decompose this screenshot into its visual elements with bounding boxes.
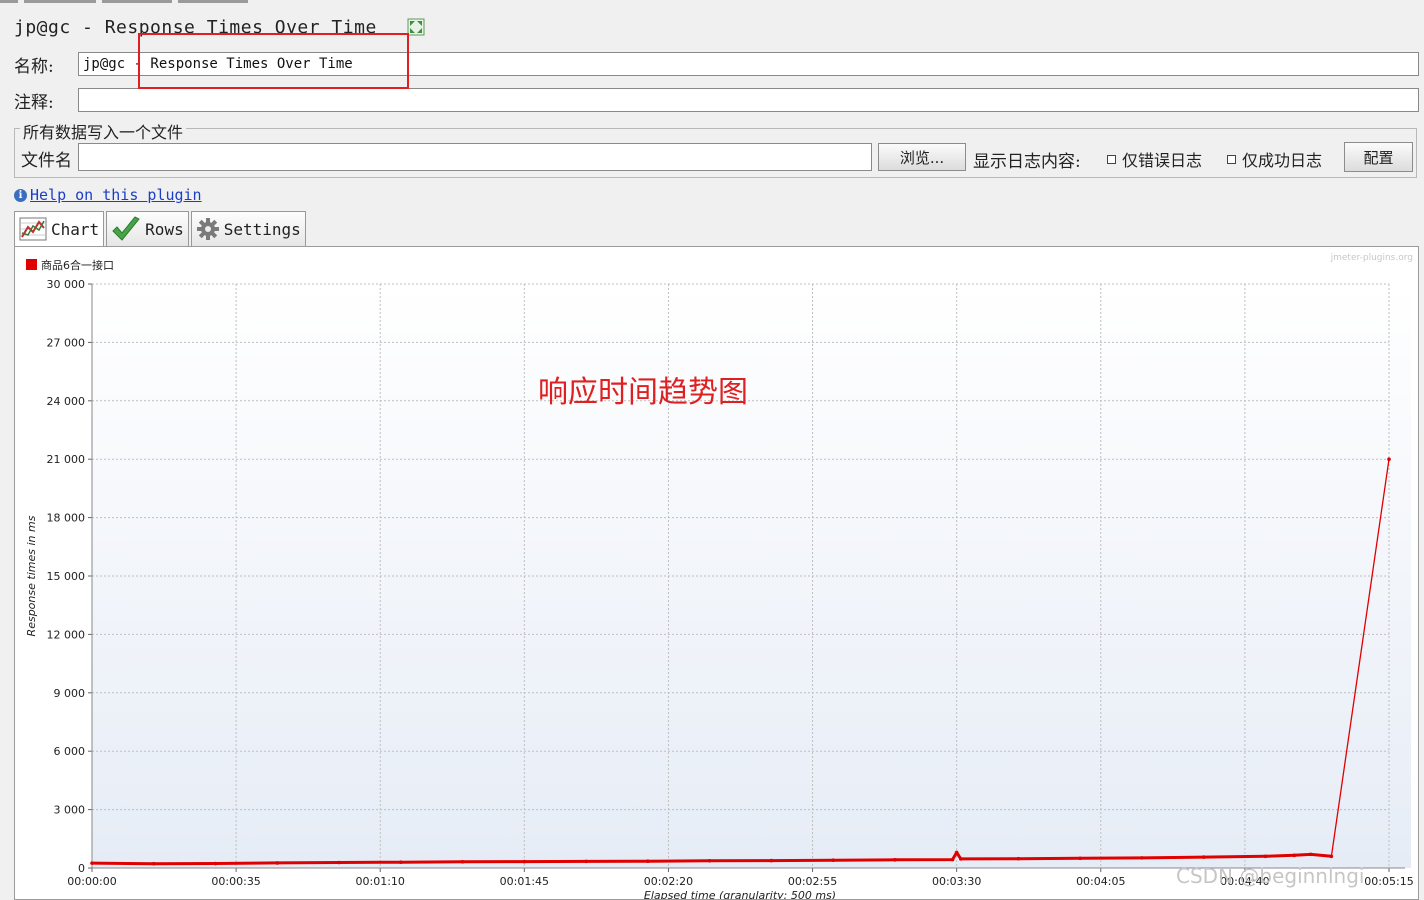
- x-tick-label: 00:02:20: [644, 875, 693, 888]
- comment-input[interactable]: [78, 88, 1419, 112]
- x-tick-label: 00:02:55: [788, 875, 837, 888]
- data-point: [950, 857, 955, 862]
- data-point: [1387, 457, 1391, 461]
- data-point: [646, 859, 650, 863]
- data-point: [1329, 854, 1334, 859]
- data-point: [1201, 855, 1206, 859]
- browse-button[interactable]: 浏览...: [878, 143, 966, 171]
- x-tick-label: 00:01:45: [500, 875, 549, 888]
- data-point: [1140, 856, 1144, 860]
- errors-only-box[interactable]: [1107, 154, 1116, 164]
- annotation-text: 响应时间趋势图: [538, 375, 748, 410]
- data-point: [1078, 856, 1082, 861]
- data-point: [831, 858, 835, 863]
- checkmark-icon: [112, 216, 140, 241]
- tab-chart[interactable]: Chart: [14, 211, 105, 246]
- help-link[interactable]: Help on this plugin: [30, 186, 202, 204]
- data-point: [707, 858, 712, 863]
- y-tick-label: 12 000: [47, 628, 86, 641]
- success-only-checkbox[interactable]: 仅成功日志: [1227, 147, 1322, 171]
- tab-rows[interactable]: Rows: [106, 211, 189, 246]
- plugin-brand: jmeter-plugins.org: [1330, 253, 1413, 263]
- y-tick-label: 21 000: [47, 453, 86, 466]
- tab-chart-label: Chart: [51, 219, 100, 239]
- legend-label: 商品6合一接口: [41, 258, 114, 272]
- tab-settings[interactable]: Settings: [190, 211, 306, 246]
- success-only-box[interactable]: [1227, 154, 1236, 164]
- legend-swatch: [26, 259, 37, 270]
- errors-only-label: 仅错误日志: [1122, 151, 1203, 170]
- view-tabs: Chart Rows Settings: [14, 211, 308, 246]
- file-group-legend: 所有数据写入一个文件: [20, 119, 187, 143]
- data-point: [522, 859, 527, 864]
- page-title: jp@gc - Response Times Over Time: [14, 16, 377, 38]
- data-point: [1016, 856, 1021, 861]
- x-tick-label: 00:03:30: [932, 875, 981, 888]
- errors-only-checkbox[interactable]: 仅错误日志: [1107, 147, 1202, 171]
- y-axis-title: Response times in ms: [25, 515, 38, 636]
- data-point: [151, 861, 156, 866]
- filename-input[interactable]: [78, 143, 872, 171]
- config-button[interactable]: 配置: [1344, 142, 1413, 172]
- tab-settings-label: Settings: [223, 219, 301, 239]
- y-tick-label: 30 000: [47, 278, 86, 291]
- data-point: [1292, 853, 1297, 858]
- data-point: [460, 859, 465, 864]
- y-tick-label: 18 000: [47, 512, 86, 525]
- data-point: [399, 860, 403, 864]
- comment-label: 注释:: [14, 93, 54, 113]
- title-row: jp@gc - Response Times Over Time: [14, 14, 425, 40]
- log-display-label: 显示日志内容:: [973, 152, 1081, 172]
- name-label: 名称:: [14, 57, 54, 77]
- y-tick-label: 15 000: [47, 570, 86, 583]
- y-tick-label: 27 000: [47, 336, 86, 349]
- data-point: [275, 861, 280, 865]
- chart-icon: [19, 217, 47, 241]
- chart-panel: 0 3 000 6 000 9 000 12 000 15 000 18 000 21 000…: [14, 246, 1419, 900]
- data-point: [337, 860, 341, 865]
- x-tick-label: 00:05:15: [1364, 875, 1413, 888]
- y-tick-label: 24 000: [47, 395, 86, 408]
- success-only-label: 仅成功日志: [1242, 151, 1323, 170]
- tab-rows-label: Rows: [145, 219, 184, 239]
- help-row: i Help on this plugin: [14, 186, 202, 204]
- gear-icon: [196, 218, 219, 240]
- data-point: [1263, 854, 1268, 859]
- filename-label: 文件名: [21, 151, 72, 171]
- x-tick-label: 00:00:00: [67, 875, 116, 888]
- info-icon: i: [14, 188, 27, 202]
- x-tick-label: 00:01:10: [356, 875, 405, 888]
- data-point: [213, 861, 218, 866]
- y-tick-label: 6 000: [54, 745, 86, 758]
- response-times-chart: 0 3 000 6 000 9 000 12 000 15 000 18 000 21 000…: [25, 253, 1414, 900]
- expand-icon[interactable]: [407, 18, 425, 36]
- x-tick-label: 00:04:05: [1076, 875, 1125, 888]
- data-point: [958, 857, 963, 861]
- name-input[interactable]: jp@gc - Response Times Over Time: [78, 52, 1419, 76]
- y-tick-label: 3 000: [54, 804, 86, 817]
- data-point: [90, 861, 94, 865]
- data-point: [584, 859, 588, 864]
- data-point: [954, 850, 959, 855]
- data-point: [769, 858, 774, 863]
- data-point: [893, 858, 897, 862]
- x-axis-title: Elapsed time (granularity: 500 ms): [644, 889, 836, 900]
- x-tick-label: 00:00:35: [211, 875, 260, 888]
- watermark: CSDN @beginnlngi: [1176, 864, 1365, 888]
- y-tick-label: 0: [78, 862, 85, 875]
- data-point: [1308, 852, 1313, 857]
- y-tick-label: 9 000: [54, 687, 86, 700]
